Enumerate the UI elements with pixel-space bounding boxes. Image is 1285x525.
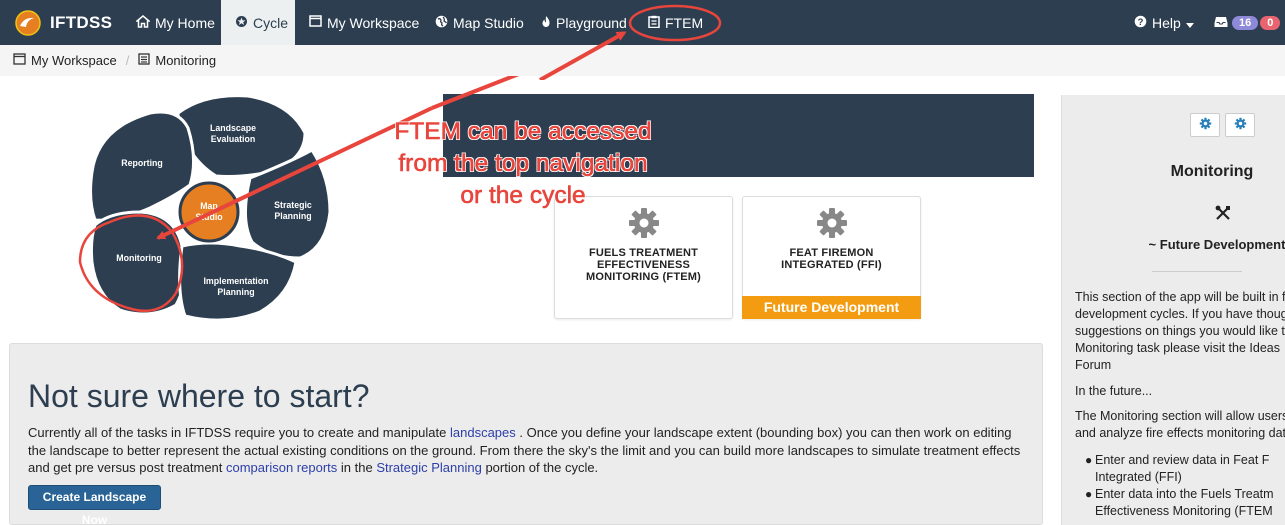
- cycle-segment-monitoring[interactable]: [89, 210, 187, 316]
- nav-cycle-label: Cycle: [253, 14, 289, 31]
- notifications[interactable]: 16 0: [1201, 0, 1281, 45]
- breadcrumb-my-workspace[interactable]: My Workspace: [31, 53, 117, 68]
- text-span: portion of the cycle.: [481, 460, 599, 475]
- panel-subtitle: ~ Future Development: [1148, 237, 1285, 252]
- gear-icon: [1234, 117, 1247, 133]
- monitoring-info-panel: Monitoring ~ Future Development This sec…: [1061, 95, 1285, 525]
- getting-started-title: Not sure where to start?: [28, 378, 370, 414]
- panel-text-line: This section of the app will be built in…: [1075, 290, 1285, 304]
- panel-text-line: Monitoring task please visit the Ideas: [1075, 341, 1280, 355]
- nav-map-studio[interactable]: Map Studio: [421, 0, 538, 45]
- future-development-label: Future Development: [742, 296, 921, 319]
- card-title-line: INTEGRATED (FFI): [781, 259, 882, 271]
- window-icon: [309, 15, 322, 30]
- svg-text:?: ?: [1138, 17, 1144, 28]
- nav-map-studio-label: Map Studio: [453, 14, 524, 31]
- monitoring-banner: [443, 94, 1034, 177]
- getting-started-text: Currently all of the tasks in IFTDSS req…: [28, 424, 1028, 477]
- card-ffi-title: FEAT FIREMON INTEGRATED (FFI): [743, 247, 920, 271]
- breadcrumb: My Workspace / Monitoring: [0, 45, 1285, 76]
- bullet: ●: [1085, 453, 1093, 467]
- panel-text-line: Enter and review data in Feat F: [1095, 453, 1270, 467]
- fire-logo-icon: [15, 9, 41, 36]
- settings-button-1[interactable]: [1190, 113, 1220, 137]
- window-icon: [13, 53, 26, 68]
- panel-paragraph-2: In the future...: [1075, 384, 1153, 398]
- create-landscape-button[interactable]: Create Landscape Now: [28, 485, 161, 525]
- breadcrumb-monitoring: Monitoring: [155, 53, 217, 68]
- home-icon: [134, 14, 152, 31]
- card-ftem-title: FUELS TREATMENT EFFECTIVENESS MONITORING…: [555, 247, 732, 283]
- nav-ftem-label: FTEM: [665, 14, 704, 31]
- tools-icon: [1215, 205, 1231, 226]
- cycle-icon: [235, 15, 248, 31]
- strategic-planning-link[interactable]: Strategic Planning: [376, 460, 482, 475]
- help-menu[interactable]: ? Help: [1120, 0, 1208, 45]
- brand[interactable]: IFTDSS: [0, 0, 112, 45]
- nav-my-home-label: My Home: [155, 14, 215, 31]
- badge-count-red: 0: [1260, 15, 1281, 30]
- card-title-line: FUELS TREATMENT: [588, 247, 699, 259]
- card-title-line: EFFECTIVENESS: [596, 259, 691, 271]
- card-ffi[interactable]: FEAT FIREMON INTEGRATED (FFI) Future Dev…: [742, 196, 921, 319]
- nav-my-workspace[interactable]: My Workspace: [295, 0, 433, 45]
- list-icon: [138, 53, 151, 68]
- help-label: Help: [1152, 14, 1181, 31]
- panel-text-line: suggestions on things you would like t: [1075, 324, 1285, 338]
- panel-text-line: and analyze fire effects monitoring dat: [1075, 426, 1285, 440]
- breadcrumb-separator: /: [125, 53, 130, 68]
- panel-text-line: Integrated (FFI): [1095, 470, 1182, 484]
- cycle-segment-implementation-planning[interactable]: [178, 241, 298, 322]
- panel-text-line: Effectiveness Monitoring (FTEM: [1095, 504, 1273, 518]
- cycle-segment-reporting[interactable]: [89, 110, 195, 222]
- bullet: ●: [1085, 487, 1093, 501]
- globe-icon: [435, 15, 448, 31]
- brand-name: IFTDSS: [50, 12, 113, 32]
- comparison-reports-link[interactable]: comparison reports: [226, 460, 337, 475]
- text-span: Currently all of the tasks in IFTDSS req…: [28, 425, 450, 440]
- gear-icon: [628, 208, 659, 238]
- top-navbar: IFTDSS My Home Cycle My Workspace Map St…: [0, 0, 1285, 45]
- panel-list-item-ffi: Enter and review data in Feat F Integrat…: [1095, 452, 1269, 486]
- gear-icon: [1199, 117, 1212, 133]
- divider: [1152, 271, 1242, 272]
- panel-text-line: The Monitoring section will allow users: [1075, 409, 1285, 423]
- badge-count-blue: 16: [1232, 15, 1259, 30]
- caret-down-icon: [1185, 15, 1194, 31]
- nav-my-workspace-label: My Workspace: [327, 14, 420, 31]
- landscapes-link[interactable]: landscapes: [450, 425, 516, 440]
- cycle-center-map-studio[interactable]: [178, 181, 240, 243]
- card-ftem[interactable]: FUELS TREATMENT EFFECTIVENESS MONITORING…: [554, 196, 733, 319]
- card-title-line: FEAT FIREMON: [789, 247, 874, 259]
- getting-started-panel: Not sure where to start? Currently all o…: [9, 343, 1043, 525]
- inbox-icon: [1214, 15, 1228, 31]
- panel-text-line: Enter data into the Fuels Treatm: [1095, 487, 1274, 501]
- clipboard-icon: [648, 15, 660, 31]
- text-span: in the: [337, 460, 377, 475]
- settings-button-2[interactable]: [1225, 113, 1255, 137]
- fire-icon: [541, 15, 551, 31]
- nav-cycle[interactable]: Cycle: [221, 0, 295, 45]
- panel-text-line: development cycles. If you have thoug: [1075, 307, 1285, 321]
- nav-my-home[interactable]: My Home: [122, 0, 229, 45]
- panel-list-item-ftem: Enter data into the Fuels Treatm Effecti…: [1095, 486, 1274, 520]
- nav-playground[interactable]: Playground: [527, 0, 641, 45]
- card-title-line: MONITORING (FTEM): [585, 271, 702, 283]
- gear-icon: [816, 208, 847, 238]
- nav-ftem[interactable]: FTEM: [634, 0, 717, 45]
- panel-text-line: Forum: [1075, 358, 1112, 372]
- panel-title: Monitoring: [1170, 163, 1254, 180]
- nav-playground-label: Playground: [556, 14, 627, 31]
- question-circle-icon: ?: [1134, 15, 1147, 31]
- panel-paragraph-1: This section of the app will be built in…: [1075, 289, 1285, 374]
- panel-paragraph-3: The Monitoring section will allow users …: [1075, 408, 1285, 442]
